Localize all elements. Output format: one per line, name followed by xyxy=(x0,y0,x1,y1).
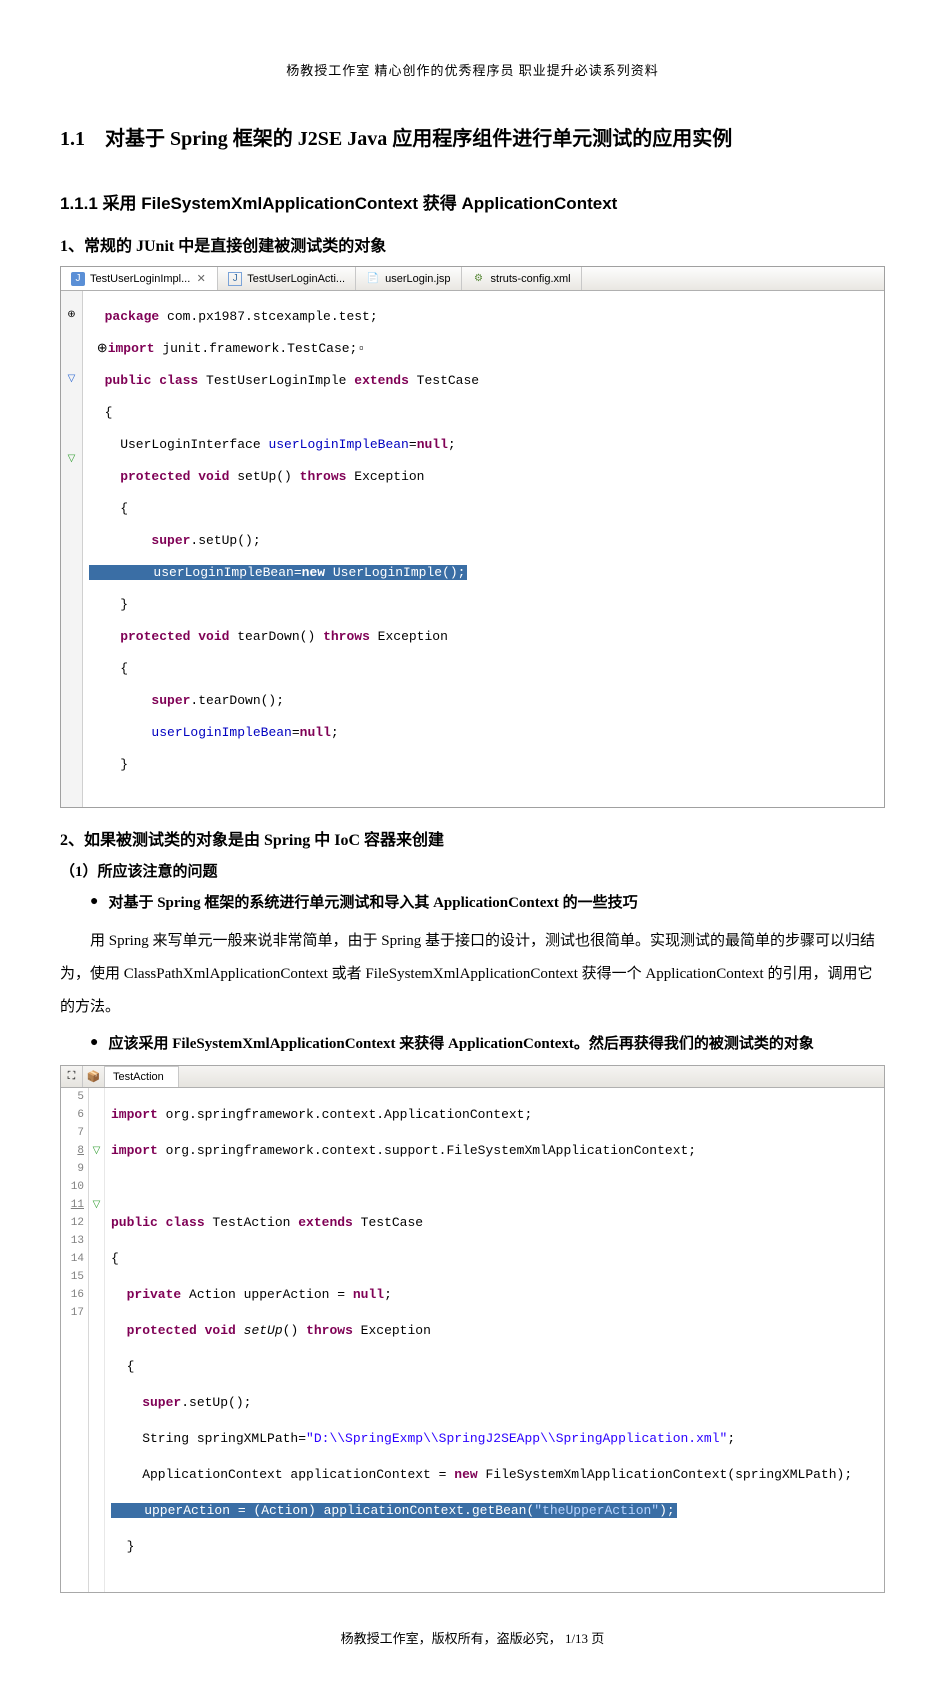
tab-label: userLogin.jsp xyxy=(385,273,450,285)
bullet-text: 对基于 Spring 框架的系统进行单元测试和导入其 ApplicationCo… xyxy=(108,891,637,917)
code-screenshot-2: ⛶ 📦 TestAction 5 6 7 8 9 10 11 12 13 14 … xyxy=(60,1065,885,1593)
fold-icon[interactable]: ▽ xyxy=(89,1196,104,1214)
tab-label: struts-config.xml xyxy=(491,273,571,285)
heading-1: 1.1 对基于 Spring 框架的 J2SE Java 应用程序组件进行单元测… xyxy=(60,119,885,159)
line-numbers: 5 6 7 8 9 10 11 12 13 14 15 16 17 xyxy=(61,1088,89,1592)
tab-item[interactable]: 📄 userLogin.jsp xyxy=(356,267,461,290)
fold-markers: ▽ ▽ xyxy=(89,1088,105,1592)
paragraph: 用 Spring 来写单元一般来说非常简单，由于 Spring 基于接口的设计，… xyxy=(60,925,885,1024)
tab-item[interactable]: J TestUserLoginActi... xyxy=(218,267,356,290)
xml-file-icon: ⚙ xyxy=(472,272,486,286)
code-area-2: import org.springframework.context.Appli… xyxy=(105,1088,884,1592)
tab-active[interactable]: J TestUserLoginImpl... ✕ xyxy=(61,267,218,290)
java-file-icon: J xyxy=(71,272,85,286)
subsection-label: （1）所应该注意的问题 xyxy=(60,860,885,881)
tab-label: TestUserLoginImpl... xyxy=(90,273,190,285)
bullet-icon: ● xyxy=(90,1032,98,1054)
editor-tabs-2: ⛶ 📦 TestAction xyxy=(61,1066,884,1088)
bullet-item: ● 对基于 Spring 框架的系统进行单元测试和导入其 Application… xyxy=(90,891,885,917)
tab-item[interactable]: ⚙ struts-config.xml xyxy=(462,267,582,290)
highlighted-line: upperAction = (Action) applicationContex… xyxy=(111,1503,677,1518)
bullet-text: 应该采用 FileSystemXmlApplicationContext 来获得… xyxy=(108,1032,813,1058)
tab-label: TestUserLoginActi... xyxy=(247,273,345,285)
package-icon[interactable]: 📦 xyxy=(83,1066,105,1087)
bullet-item: ● 应该采用 FileSystemXmlApplicationContext 来… xyxy=(90,1032,885,1058)
tab-active[interactable]: TestAction xyxy=(105,1066,179,1087)
close-icon[interactable]: ✕ xyxy=(195,273,207,285)
heading-2: 1.1.1 采用 FileSystemXmlApplicationContext… xyxy=(60,189,885,214)
tab-label: TestAction xyxy=(113,1071,164,1083)
java-file-icon: J xyxy=(228,272,242,286)
section2-heading: 2、如果被测试类的对象是由 Spring 中 IoC 容器来创建 xyxy=(60,826,885,850)
code-screenshot-1: J TestUserLoginImpl... ✕ J TestUserLogin… xyxy=(60,266,885,808)
page-header: 杨教授工作室 精心创作的优秀程序员 职业提升必读系列资料 xyxy=(60,60,885,79)
jsp-file-icon: 📄 xyxy=(366,272,380,286)
editor-tabs: J TestUserLoginImpl... ✕ J TestUserLogin… xyxy=(61,267,884,291)
editor-gutter: ⊕ ▽ ▽ xyxy=(61,291,83,807)
bullet-icon: ● xyxy=(90,891,98,913)
highlighted-line: userLoginImpleBean=new UserLoginImple(); xyxy=(89,565,467,580)
page-footer: 杨教授工作室，版权所有，盗版必究， 1/13 页 xyxy=(60,1628,885,1647)
code-area: package com.px1987.stcexample.test; ⊕imp… xyxy=(83,291,884,807)
fold-icon[interactable]: ▽ xyxy=(89,1142,104,1160)
section1-heading: 1、常规的 JUnit 中是直接创建被测试类的对象 xyxy=(60,232,885,256)
expand-icon[interactable]: ⛶ xyxy=(61,1066,83,1087)
